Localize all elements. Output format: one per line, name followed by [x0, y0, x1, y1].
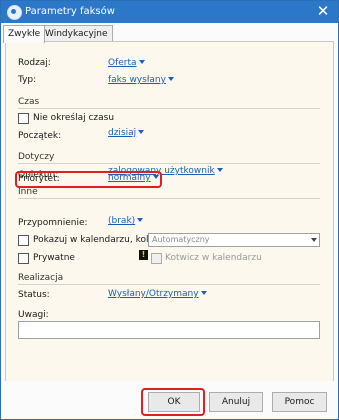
kolor-value: Automatyczny [152, 235, 210, 244]
chevron-down-icon [167, 77, 174, 81]
status-label: Status: [18, 290, 50, 300]
divider [18, 284, 320, 285]
uwagi-field[interactable] [18, 321, 320, 339]
przypomnienie-label: Przypomnienie: [18, 218, 88, 228]
pomoc-button[interactable]: Pomoc [272, 392, 327, 412]
uwagi-label: Uwagi: [18, 310, 49, 320]
rodzaj-dropdown[interactable]: Oferta [108, 58, 145, 68]
kolor-select[interactable]: Automatyczny [148, 233, 320, 247]
priorytet-label: Priorytet: [18, 174, 60, 184]
priorytet-dropdown[interactable]: normalny [108, 173, 159, 183]
section-dotyczy: Dotyczy [18, 152, 55, 162]
nie-okreslaj-label: Nie określaj czasu [33, 113, 115, 123]
ok-button[interactable]: OK [148, 392, 200, 412]
prywatne-label: Prywatne [33, 253, 75, 263]
chevron-down-icon [138, 130, 145, 134]
chevron-down-icon [216, 168, 223, 172]
dialog-window: Parametry faksów ✕ Zwykłe Windykacyjne R… [0, 0, 339, 420]
divider [18, 163, 320, 164]
typ-value: faks wysłany [108, 75, 166, 85]
prywatne-checkbox[interactable] [18, 253, 29, 264]
poczatek-label: Początek: [18, 131, 62, 141]
przypomnienie-value: (brak) [108, 216, 136, 226]
tab-windykacyjne[interactable]: Windykacyjne [40, 25, 113, 42]
chevron-down-icon [152, 175, 159, 179]
section-inne: Inne [18, 187, 38, 197]
section-czas: Czas [18, 97, 40, 107]
button-bar: OK Anuluj Pomoc [1, 381, 338, 419]
typ-label: Typ: [18, 75, 37, 85]
pokazuj-label: Pokazuj w kalendarzu, kolor: [33, 235, 161, 245]
status-dropdown[interactable]: Wysłany/Otrzymany [108, 289, 207, 299]
chevron-down-icon [200, 291, 207, 295]
anuluj-button[interactable]: Anuluj [209, 392, 263, 412]
chevron-down-icon [138, 60, 145, 64]
close-icon[interactable]: ✕ [314, 2, 332, 20]
divider [18, 198, 320, 199]
section-realizacja: Realizacja [18, 273, 64, 283]
chevron-down-icon [137, 218, 144, 222]
window-title: Parametry faksów [25, 6, 115, 17]
status-value: Wysłany/Otrzymany [108, 289, 199, 299]
rodzaj-label: Rodzaj: [18, 58, 51, 68]
app-icon [7, 5, 22, 20]
nie-okreslaj-checkbox[interactable] [18, 113, 29, 124]
priorytet-value: normalny [108, 173, 151, 183]
tab-zwykle[interactable]: Zwykłe [3, 25, 46, 43]
divider [18, 108, 320, 109]
poczatek-value: dzisiaj [108, 128, 137, 138]
title-bar[interactable]: Parametry faksów ✕ [1, 1, 338, 23]
kotwicz-checkbox[interactable] [151, 253, 162, 264]
przypomnienie-dropdown[interactable]: (brak) [108, 216, 144, 226]
warning-icon: ! [139, 250, 148, 260]
pokazuj-checkbox[interactable] [18, 235, 29, 246]
tab-panel: Rodzaj: Oferta Typ: faks wysłany Czas Ni… [5, 41, 334, 382]
kotwicz-label: Kotwicz w kalendarzu [165, 253, 262, 263]
poczatek-dropdown[interactable]: dzisiaj [108, 128, 145, 138]
chevron-down-icon [311, 238, 317, 242]
typ-dropdown[interactable]: faks wysłany [108, 75, 174, 85]
rodzaj-value: Oferta [108, 58, 137, 68]
